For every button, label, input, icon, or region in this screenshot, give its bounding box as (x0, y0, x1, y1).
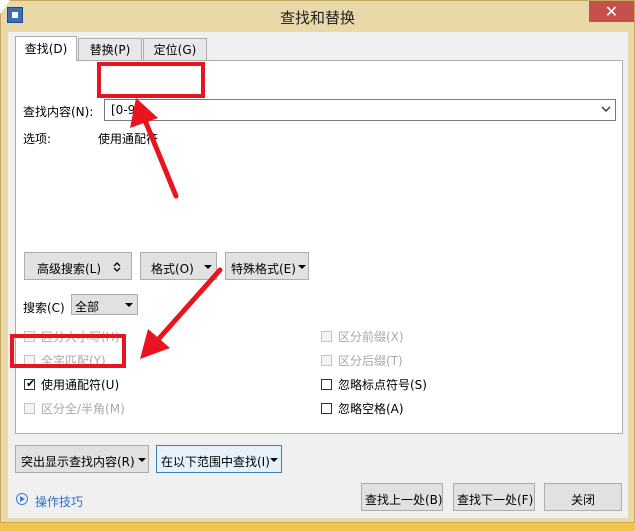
find-content-value: [0-9] (111, 103, 140, 117)
dropdown-arrow-icon (298, 265, 306, 269)
advanced-search-label: 高级搜索(L) (37, 262, 102, 276)
chevron-down-icon (125, 303, 133, 307)
find-in-range-label: 在以下范围中查找(I) (161, 455, 270, 469)
close-button[interactable]: 关闭 (544, 483, 622, 511)
format-label: 格式(O) (151, 262, 194, 276)
expand-collapse-icon (113, 262, 121, 272)
find-next-label: 查找下一处(F) (457, 493, 534, 507)
ignore-spaces-label: 忽略空格(A) (338, 402, 404, 416)
ignore-punctuation-checkbox[interactable] (321, 379, 332, 390)
match-suffix-label: 区分后缀(T) (338, 354, 403, 368)
find-previous-button[interactable]: 查找上一处(B) (361, 483, 443, 511)
special-format-label: 特殊格式(E) (231, 262, 296, 276)
dropdown-arrow-icon (204, 265, 212, 269)
chevron-down-icon[interactable] (601, 104, 611, 114)
dropdown-arrow-icon (138, 458, 146, 462)
use-wildcards-label: 使用通配符(U) (41, 378, 120, 392)
highlight-results-button[interactable]: 突出显示查找内容(R) (15, 445, 149, 473)
search-direction-value: 全部 (75, 300, 100, 314)
close-label: 关闭 (571, 493, 596, 507)
find-in-range-button[interactable]: 在以下范围中查找(I) (156, 445, 282, 473)
find-next-button[interactable]: 查找下一处(F) (453, 483, 535, 511)
find-content-label: 查找内容(N): (23, 105, 94, 119)
options-label: 选项: (23, 132, 52, 146)
full-half-width-label: 区分全/半角(M) (41, 402, 125, 416)
tips-link[interactable]: 操作技巧 (35, 493, 83, 510)
special-format-button[interactable]: 特殊格式(E) (225, 252, 309, 280)
format-button[interactable]: 格式(O) (140, 252, 217, 280)
advanced-search-button[interactable]: 高级搜索(L) (24, 252, 132, 280)
full-half-width-checkbox[interactable] (24, 403, 35, 414)
options-value: 使用通配符 (98, 132, 159, 146)
close-icon: ✕ (604, 2, 619, 21)
play-circle-icon[interactable] (16, 493, 28, 505)
match-suffix-checkbox[interactable] (321, 355, 332, 366)
use-wildcards-checkbox[interactable]: ✔ (24, 377, 36, 390)
tab-goto[interactable]: 定位(G) (143, 38, 207, 60)
tab-find[interactable]: 查找(D) (15, 36, 77, 61)
match-prefix-label: 区分前缀(X) (338, 330, 404, 344)
dropdown-arrow-icon (270, 458, 278, 462)
checkmark-icon: ✔ (26, 377, 36, 390)
search-direction-select[interactable]: 全部 (71, 294, 138, 315)
find-previous-label: 查找上一处(B) (365, 493, 443, 507)
close-window-button[interactable]: ✕ (589, 1, 634, 22)
find-content-input[interactable]: [0-9] (104, 99, 616, 121)
find-panel: 查找内容(N): [0-9] 选项: 使用通配符 高级搜索(L) 格式(O) 特… (15, 60, 623, 434)
window-title: 查找和替换 (279, 9, 355, 27)
ignore-punctuation-label: 忽略标点符号(S) (338, 378, 427, 392)
search-direction-label: 搜索(C) (23, 301, 65, 315)
annotation-box-find-value (97, 62, 205, 98)
tab-replace[interactable]: 替换(P) (78, 38, 142, 60)
highlight-results-label: 突出显示查找内容(R) (21, 455, 135, 469)
annotation-box-wildcards (10, 334, 126, 368)
dialog-client: 查找(D) 替换(P) 定位(G) 查找内容(N): [0-9] 选项: 使用通… (8, 32, 628, 518)
title-bar: 查找和替换 ✕ (0, 0, 634, 31)
match-prefix-checkbox[interactable] (321, 331, 332, 342)
ignore-spaces-checkbox[interactable] (321, 403, 332, 414)
dialog-window: 查找和替换 ✕ 查找(D) 替换(P) 定位(G) 查找内容(N): [0-9]… (0, 0, 635, 523)
